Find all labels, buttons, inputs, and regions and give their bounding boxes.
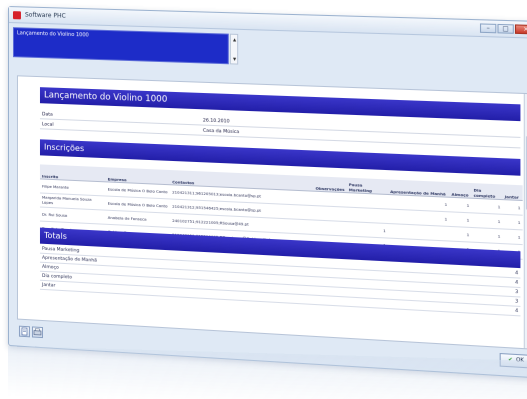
total-value: 3 — [515, 299, 519, 305]
info-label: Data — [41, 112, 53, 118]
minimize-button[interactable]: – — [479, 23, 497, 34]
event-selector-scrollbar[interactable]: ▲ ▼ — [229, 33, 239, 65]
cell-dia: 1 — [471, 197, 503, 214]
column-header: Almoço — [449, 182, 472, 198]
close-button[interactable]: × — [514, 24, 527, 35]
total-value: 4 — [515, 271, 519, 277]
print-button[interactable] — [31, 326, 43, 339]
info-label: Local — [41, 122, 54, 128]
cell-jantar: 1 — [502, 199, 523, 215]
window-title: Software PHC — [24, 11, 66, 20]
scroll-down-icon[interactable]: ▼ — [233, 56, 236, 61]
cell-almoco: 1 — [449, 196, 472, 213]
export-button[interactable] — [18, 325, 30, 338]
event-selector-value: Lançamento do Violino 1000 — [16, 30, 89, 39]
maximize-button[interactable]: □ — [497, 23, 514, 34]
phc-logo-icon — [12, 10, 21, 19]
printer-icon — [33, 327, 42, 337]
column-header: Pausa Marketing — [346, 177, 388, 194]
total-value: 3 — [515, 289, 519, 296]
cell-almoco: 1 — [449, 225, 472, 242]
column-header: Dia completo — [471, 183, 503, 200]
cell-dia: 1 — [471, 226, 503, 244]
event-selector[interactable]: Lançamento do Violino 1000 — [12, 27, 229, 65]
app-window: Software PHC – □ × Lançamento do Violino… — [8, 6, 527, 379]
scroll-up-icon[interactable]: ▲ — [233, 37, 236, 42]
cell-dia: 1 — [471, 212, 503, 229]
info-value: 26.10.2010 — [202, 118, 230, 125]
cell-almoco: 1 — [449, 211, 472, 227]
total-label: Pausa Marketing — [41, 246, 80, 254]
document-icon — [21, 327, 28, 335]
total-value: 4 — [515, 308, 519, 315]
column-header: Jantar — [502, 184, 523, 200]
total-value: 4 — [515, 280, 519, 286]
window-controls: – □ × — [479, 23, 527, 35]
cell-jantar: 1 — [502, 228, 523, 245]
total-label: Jantar — [41, 282, 56, 289]
report-panel: Lançamento do Violino 1000 Data 26.10.20… — [16, 75, 527, 350]
total-label: Dia completo — [41, 273, 73, 281]
cell-jantar: 1 — [502, 213, 523, 230]
stage: Software PHC – □ × Lançamento do Violino… — [0, 0, 527, 399]
info-value: Casa da Música — [202, 128, 240, 136]
total-label: Almoço — [41, 264, 59, 271]
